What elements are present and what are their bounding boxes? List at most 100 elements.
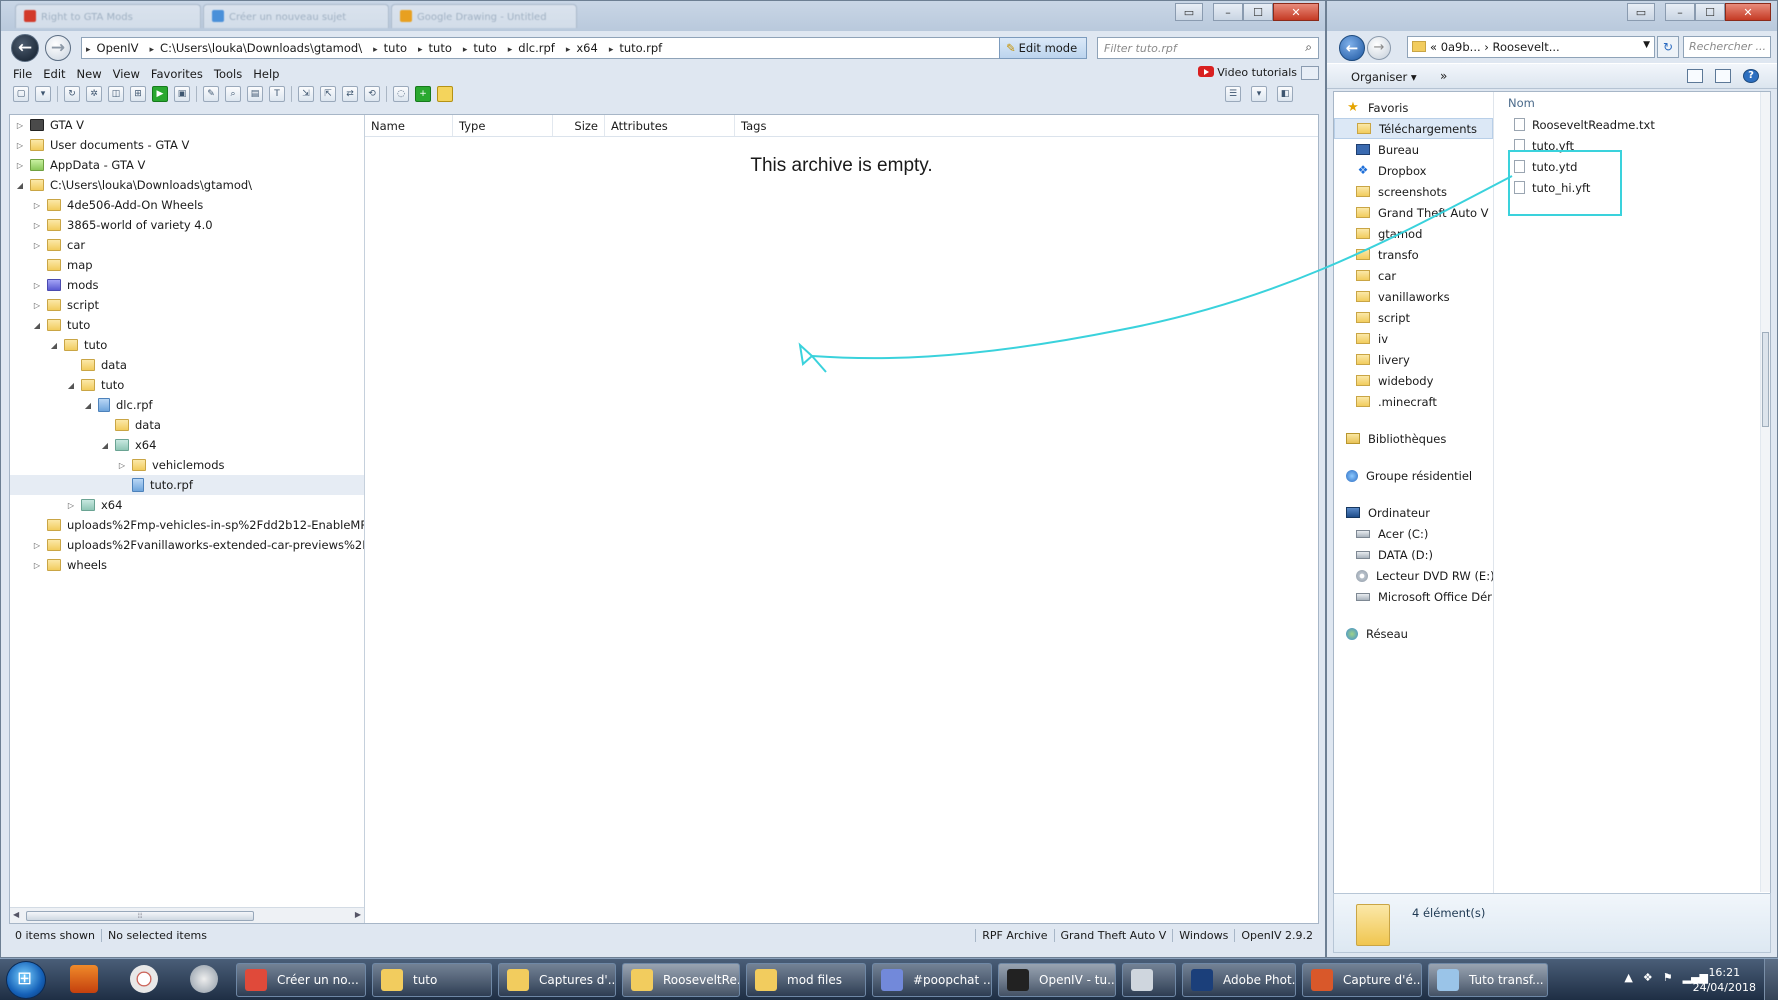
breadcrumb-item[interactable]: x64 (562, 41, 605, 55)
column-tags[interactable]: Tags (735, 115, 855, 136)
view-dropdown-icon[interactable]: ▾ (1251, 86, 1267, 102)
nav-item[interactable]: .minecraft (1334, 391, 1493, 412)
explorer-search-input[interactable]: Rechercher ... (1683, 36, 1771, 58)
nav-item[interactable]: ★ Favoris (1334, 97, 1493, 118)
text-icon[interactable]: T (269, 86, 285, 102)
breadcrumb-item[interactable]: tuto.rpf (605, 41, 669, 55)
new-file-icon[interactable]: ▢ (13, 86, 29, 102)
tree-node[interactable]: ▷ vehiclemods (10, 455, 364, 475)
taskbar-button[interactable]: Captures d'... (498, 963, 616, 997)
expand-icon[interactable]: ▷ (31, 281, 43, 290)
document-icon[interactable]: ▤ (247, 86, 263, 102)
import-icon[interactable]: ⇲ (298, 86, 314, 102)
breadcrumb-item[interactable]: tuto (459, 41, 504, 55)
background-tab-3[interactable]: Google Drawing - Untitled (391, 4, 577, 28)
organize-button[interactable]: Organiser ▾ (1351, 70, 1417, 84)
tree-node[interactable]: uploads%2Fmp-vehicles-in-sp%2Fdd2b12-Ena… (10, 515, 364, 535)
taskbar-button[interactable]: #poopchat ... (872, 963, 992, 997)
taskbar-button[interactable]: Capture d'é... (1302, 963, 1422, 997)
edit-icon[interactable]: ✎ (203, 86, 219, 102)
tree-node[interactable]: ◢ tuto (10, 315, 364, 335)
tray-arrow-icon[interactable]: ▲ (1624, 971, 1632, 984)
pinned-app-icon[interactable] (190, 965, 218, 993)
expand-icon[interactable]: ▷ (116, 461, 128, 470)
collapse-icon[interactable]: ◢ (99, 441, 111, 450)
nav-item[interactable]: Téléchargements (1334, 118, 1493, 139)
nav-item[interactable]: car (1334, 265, 1493, 286)
pane-icon[interactable]: ◧ (1277, 86, 1293, 102)
open-icon[interactable]: ▾ (35, 86, 51, 102)
taskbar-button[interactable]: OpenIV - tu... (998, 963, 1116, 997)
collapse-icon[interactable]: ◢ (48, 341, 60, 350)
explorer-vertical-scrollbar[interactable] (1760, 92, 1770, 892)
tree-node[interactable]: ▷ 3865-world of variety 4.0 (10, 215, 364, 235)
scroll-right-arrow[interactable]: ▶ (355, 910, 361, 919)
column-attributes[interactable]: Attributes (605, 115, 735, 136)
dropbox-tray-icon[interactable]: ❖ (1643, 971, 1653, 984)
nav-item[interactable]: Réseau (1334, 623, 1493, 644)
panel-toggle-button[interactable] (1301, 66, 1319, 80)
scroll-thumb[interactable] (1762, 332, 1769, 427)
start-button[interactable] (6, 961, 46, 999)
explorer-forward-button[interactable]: → (1367, 36, 1391, 60)
column-nom[interactable]: Nom (1494, 92, 1770, 114)
settings-icon[interactable]: ✲ (86, 86, 102, 102)
expand-icon[interactable]: ▷ (31, 561, 43, 570)
menu-file[interactable]: File (13, 67, 32, 81)
menu-favorites[interactable]: Favorites (151, 67, 203, 81)
pinned-app-icon[interactable] (70, 965, 98, 993)
expand-icon[interactable]: ▷ (14, 141, 26, 150)
scroll-left-arrow[interactable]: ◀ (13, 910, 19, 919)
expand-icon[interactable]: ▷ (31, 541, 43, 550)
view-mode-icon[interactable] (1687, 69, 1703, 83)
nav-item[interactable]: Ordinateur (1334, 502, 1493, 523)
nav-item[interactable]: vanillaworks (1334, 286, 1493, 307)
breadcrumb-item[interactable]: dlc.rpf (504, 41, 562, 55)
nav-item[interactable]: gtamod (1334, 223, 1493, 244)
tree-node[interactable]: ▷ wheels (10, 555, 364, 575)
column-name[interactable]: Name (365, 115, 453, 136)
nav-item[interactable]: Groupe résidentiel (1334, 465, 1493, 486)
tree-node[interactable]: ▷ User documents - GTA V (10, 135, 364, 155)
breadcrumb-item[interactable]: OpenIV (82, 41, 146, 55)
nav-item[interactable]: widebody (1334, 370, 1493, 391)
collapse-icon[interactable]: ◢ (82, 401, 94, 410)
tree-node[interactable]: ▷ mods (10, 275, 364, 295)
save-icon[interactable]: ▣ (174, 86, 190, 102)
scroll-thumb[interactable]: ⦙⦙⦙ (26, 911, 254, 921)
tree-horizontal-scrollbar[interactable]: ◀ ⦙⦙⦙ ▶ (10, 907, 364, 923)
menu-edit[interactable]: Edit (43, 67, 65, 81)
preview-pane-icon[interactable] (1715, 69, 1731, 83)
address-bar[interactable]: OpenIVC:\Users\louka\Downloads\gtamod\tu… (81, 37, 1001, 59)
minimize-button[interactable]: – (1213, 3, 1243, 21)
taskbar-button[interactable]: Adobe Phot... (1182, 963, 1296, 997)
taskbar-button[interactable]: RooseveltRe... (622, 963, 740, 997)
nav-item[interactable]: ❖ Dropbox (1334, 160, 1493, 181)
add-icon[interactable]: + (415, 86, 431, 102)
explorer-address-bar[interactable]: « 0a9b... › Roosevelt... ▼ (1407, 36, 1655, 58)
nav-item[interactable]: screenshots (1334, 181, 1493, 202)
expand-icon[interactable]: ▷ (31, 301, 43, 310)
expand-icon[interactable]: ▷ (31, 201, 43, 210)
new-folder-icon[interactable] (437, 86, 453, 102)
rebuild-icon[interactable]: ⟲ (364, 86, 380, 102)
refresh-icon[interactable]: ↻ (64, 86, 80, 102)
breadcrumb-item[interactable]: tuto (414, 41, 459, 55)
nav-item[interactable]: script (1334, 307, 1493, 328)
collapse-icon[interactable]: ◢ (31, 321, 43, 330)
chevron-down-icon[interactable]: ▼ (1643, 40, 1650, 50)
details-view-icon[interactable]: ☰ (1225, 86, 1241, 102)
filter-input[interactable]: Filter tuto.rpf ⌕ (1097, 37, 1319, 59)
column-size[interactable]: Size (553, 115, 605, 136)
network-tray-icon[interactable]: ⚑ (1663, 971, 1673, 984)
tree-node[interactable]: ▷ AppData - GTA V (10, 155, 364, 175)
explorer-refresh-button[interactable]: ↻ (1657, 36, 1679, 58)
menu-help[interactable]: Help (253, 67, 279, 81)
tree-node[interactable]: ▷ GTA V (10, 115, 364, 135)
menu-new[interactable]: New (77, 67, 102, 81)
tree-node[interactable]: ▷ uploads%2Fvanillaworks-extended-car-pre… (10, 535, 364, 555)
taskbar-button[interactable]: mod files (746, 963, 866, 997)
expand-icon[interactable]: ▷ (14, 161, 26, 170)
forward-button[interactable]: → (45, 35, 71, 61)
tree-node[interactable]: ▷ script (10, 295, 364, 315)
